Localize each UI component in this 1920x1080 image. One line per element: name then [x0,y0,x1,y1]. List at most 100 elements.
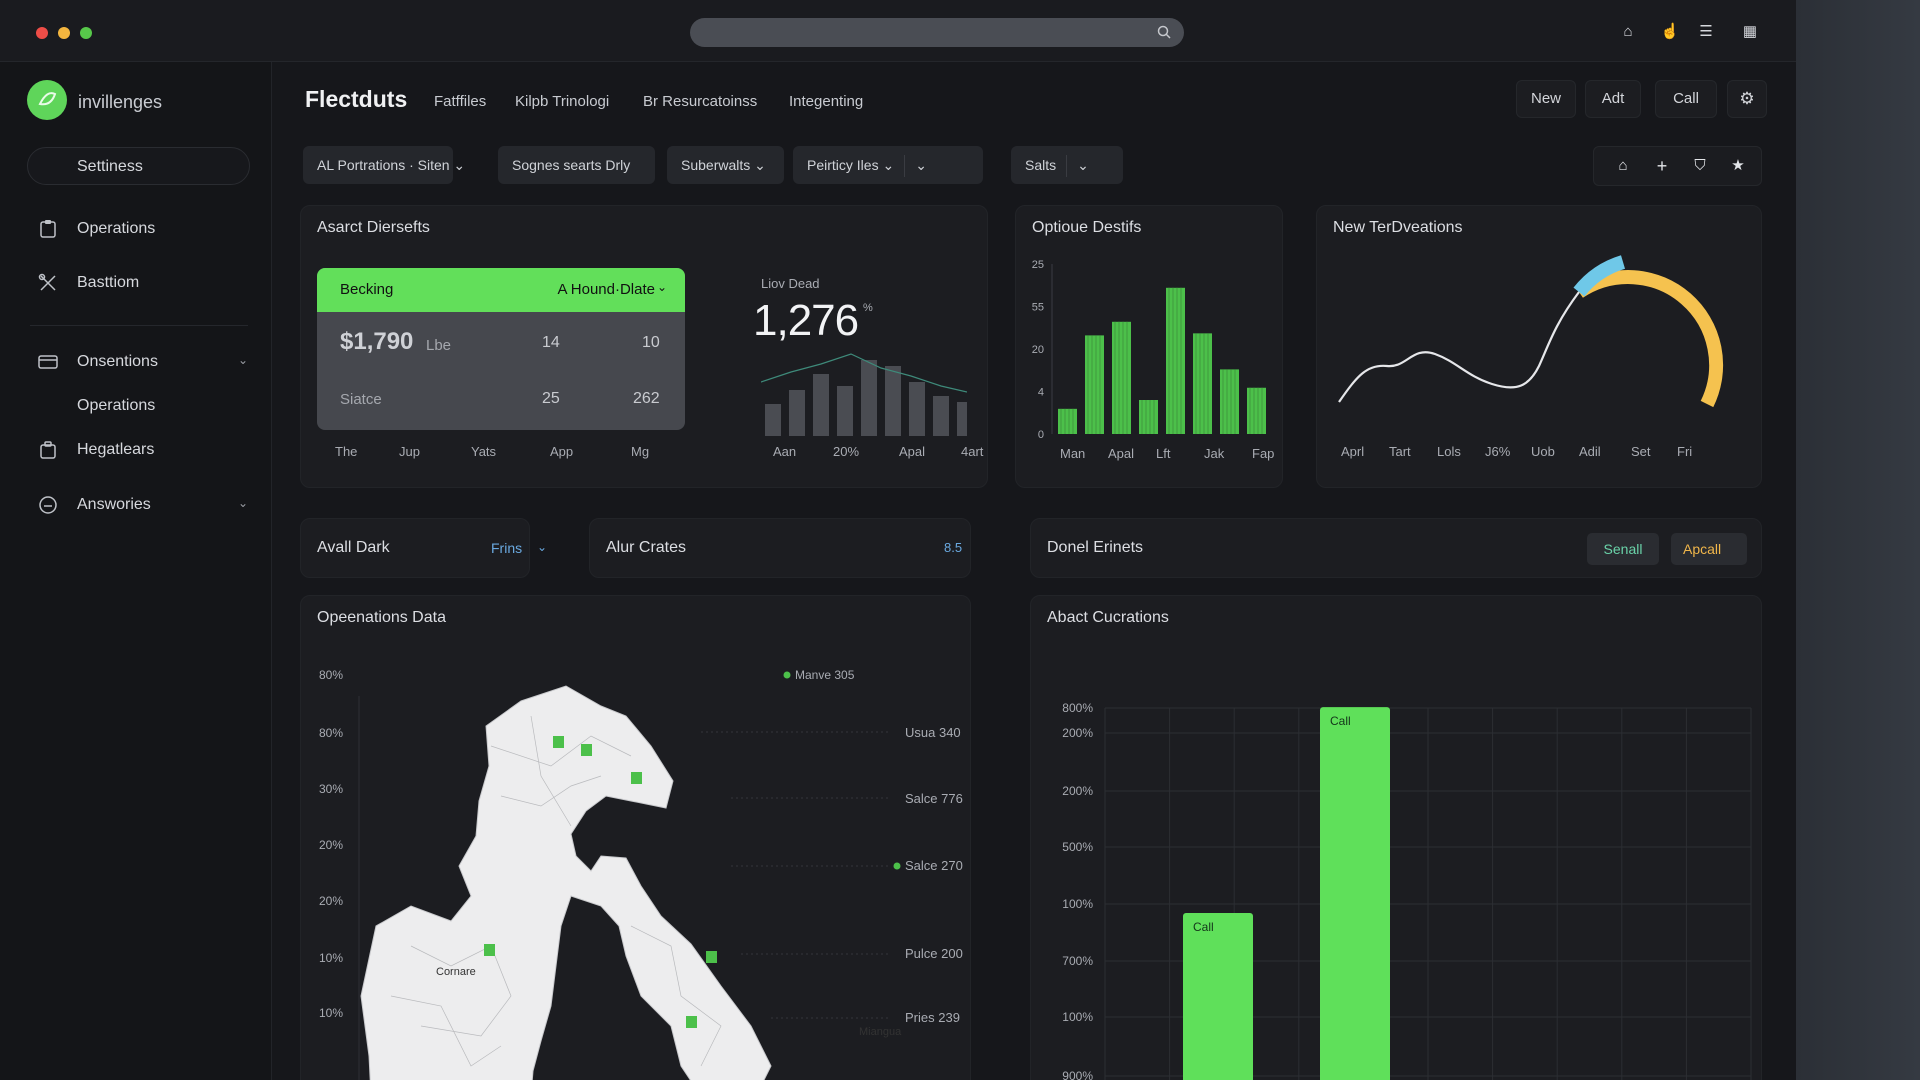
hand-icon[interactable]: ☝ [1660,22,1680,42]
filter-salts[interactable]: Salts ⌄ [1011,146,1123,184]
sidebar-item-hegatlears[interactable]: Hegatlears [0,431,272,467]
map-marker[interactable] [553,736,564,748]
filter-portrations[interactable]: AL Portrations · Siten ⌄ [303,146,465,184]
x-tick-label: Apal [1108,446,1134,461]
x-tick-label: The [335,444,358,459]
y-tick-label: 25 [1032,259,1044,271]
clipboard-icon [40,220,56,238]
y-tick-label: 700% [1062,954,1093,968]
home-icon[interactable]: ⌂ [1613,156,1633,176]
bar-chart: 25 55 20 4 0 Man Apal Lft Jak Fap [1032,259,1275,461]
app-logo[interactable] [27,80,67,120]
x-tick-label: Aprl [1341,444,1365,459]
chevron-down-icon: ⌄ [237,353,248,367]
sidebar: invillenges Settiness Operations Basttio… [0,62,272,1080]
bar[interactable] [1112,321,1131,434]
row1-value-b: 10 [642,334,660,351]
home-icon[interactable]: ⌂ [1618,22,1638,42]
place-label: Miangua [859,1026,902,1038]
bar[interactable] [1058,408,1077,434]
kpi-value: 1,276 [753,296,859,345]
sidebar-item-operations[interactable]: Operations [0,210,272,246]
sidebar-item-label: Operations [77,397,156,414]
bar[interactable] [1139,400,1158,434]
avall-dark-card[interactable]: Avall Dark Frins ⌄ [300,518,547,578]
app-window: ⌂ ☝ ☰ ▦ invillenges Settiness Operations… [0,0,1796,1080]
settings-icon[interactable]: ⚙ [1727,80,1767,118]
minimize-window-icon[interactable] [58,27,70,39]
tab-br-resurcatoinss[interactable]: Br Resurcatoinss [643,93,757,110]
call-button[interactable]: Call [1655,80,1717,118]
sidebar-search[interactable]: Settiness [27,147,250,185]
global-search-input[interactable] [690,18,1184,47]
sidebar-item-answories[interactable]: Answories ⌄ [0,486,272,522]
date-dropdown[interactable]: A Hound·Dlate [557,281,655,298]
column-bar[interactable]: Call [1320,707,1390,1080]
chat-icon [39,496,57,514]
map-marker[interactable] [631,772,642,784]
list-icon[interactable]: ☰ [1696,22,1716,42]
y-tick-label: 20 [1032,344,1044,356]
bar[interactable] [1166,287,1185,434]
close-window-icon[interactable] [36,27,48,39]
filter-sognes[interactable]: Sognes searts Drly [498,146,655,184]
briefcase-icon [40,441,56,459]
sidebar-item-label: Operations [77,220,156,237]
x-tick-label: Jak [1204,446,1225,461]
card-title: Avall Dark [317,539,390,556]
filter-peirticy[interactable]: Peirticy Iles ⌄ ⌄ [793,146,983,184]
frins-link[interactable]: Frins [491,540,522,556]
map-label: Salce 270 [905,858,963,873]
map-marker[interactable] [686,1016,697,1028]
map-card: Opeenations Data 80% 80% 30% 20% 20% 10%… [300,595,971,1080]
trend-chart [1338,255,1724,408]
map-marker[interactable] [706,951,717,963]
map-marker[interactable] [484,944,495,956]
card-title: Optioue Destifs [1032,219,1142,236]
maximize-window-icon[interactable] [80,27,92,39]
value-dropdown[interactable]: 8.5 [944,540,962,555]
map-marker[interactable] [581,744,592,756]
tab-kilpb-trinologi[interactable]: Kilpb Trinologi [515,93,609,110]
alur-crates-card[interactable]: Alur Crates 8.5 [589,518,971,578]
star-icon[interactable]: ★ [1728,156,1748,176]
bar[interactable] [1220,369,1239,434]
bar[interactable] [1193,333,1212,434]
x-tick-label: Adil [1579,444,1601,459]
new-button[interactable]: New [1516,80,1576,118]
x-tick-label: Fri [1677,444,1693,459]
chevron-down-icon: ⌄ [878,157,895,173]
sidebar-item-basttiom[interactable]: Basttiom [0,264,272,300]
tab-fatffiles[interactable]: Fatffiles [434,93,486,110]
filter-label: Salts [1025,157,1057,173]
plus-icon[interactable]: + [1652,156,1672,176]
shield-icon[interactable]: ⛉ [1690,156,1710,176]
senall-button[interactable]: Senall [1587,533,1659,565]
y-tick-label: 200% [1062,784,1093,798]
bar [957,402,967,436]
card-icon [38,355,58,369]
filter-suberwalts[interactable]: Suberwalts ⌄ [667,146,784,184]
calendar-icon[interactable]: ▦ [1740,22,1760,42]
bar[interactable] [1247,387,1266,434]
y-tick-label: 800% [1062,701,1093,715]
sidebar-item-label: Answories [77,496,151,513]
row2-label: Siatce [340,391,382,408]
chevron-down-icon: ⌄ [237,496,248,510]
sidebar-subitem-operations[interactable]: Operations [0,387,272,423]
y-tick-label: 100% [1062,897,1093,911]
bar[interactable] [1085,335,1104,434]
account-label: Becking [340,281,394,298]
bar [933,396,949,436]
chevron-down-icon: ⌄ [750,157,766,173]
adt-button[interactable]: Adt [1585,80,1641,118]
kpi-suffix: % [863,302,873,314]
sidebar-item-onsentions[interactable]: Onsentions ⌄ [0,343,272,379]
tab-integenting[interactable]: Integenting [789,93,863,110]
apcall-button[interactable]: Apcall [1671,533,1747,565]
chevron-down-icon: ⌄ [656,280,667,294]
account-panel[interactable]: Becking A Hound·Dlate ⌄ $1,790 Lbe 14 10… [317,268,685,430]
column-bar[interactable]: Call [1183,912,1253,1080]
amount-suffix: Lbe [426,337,452,354]
x-tick-label: Lft [1156,446,1171,461]
